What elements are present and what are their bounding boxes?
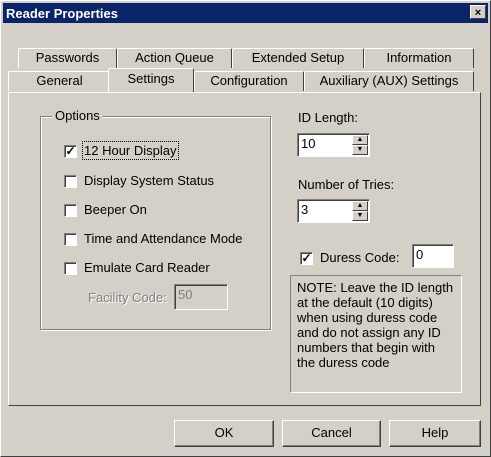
tab-passwords[interactable]: Passwords: [18, 48, 117, 68]
options-group-label: Options: [52, 108, 103, 123]
emulate-card-reader-checkbox[interactable]: [64, 262, 77, 275]
12-hour-display-label[interactable]: 12 Hour Display: [82, 141, 179, 160]
close-button[interactable]: ×: [470, 5, 486, 19]
time-attendance-mode-checkbox[interactable]: [64, 233, 77, 246]
beeper-on-label[interactable]: Beeper On: [84, 202, 147, 217]
ok-button[interactable]: OK: [174, 420, 274, 447]
display-system-status-label[interactable]: Display System Status: [84, 173, 214, 188]
spin-up-icon[interactable]: ▲: [352, 201, 368, 211]
tab-configuration[interactable]: Configuration: [194, 71, 304, 91]
duress-code-input[interactable]: 0: [412, 244, 454, 268]
time-attendance-mode-label[interactable]: Time and Attendance Mode: [84, 231, 243, 246]
duress-code-checkbox[interactable]: ✓: [300, 252, 313, 265]
facility-code-label: Facility Code:: [88, 290, 167, 305]
help-button[interactable]: Help: [389, 420, 481, 447]
duress-code-label[interactable]: Duress Code:: [320, 250, 399, 265]
window-title: Reader Properties: [6, 6, 118, 21]
display-system-status-checkbox[interactable]: [64, 175, 77, 188]
spin-up-icon[interactable]: ▲: [352, 135, 368, 145]
tab-action-queue[interactable]: Action Queue: [117, 48, 232, 68]
number-of-tries-spinner[interactable]: ▲ ▼: [352, 201, 368, 221]
title-bar[interactable]: Reader Properties ×: [3, 3, 488, 23]
spin-down-icon[interactable]: ▼: [352, 211, 368, 221]
12-hour-display-checkbox[interactable]: ✓: [64, 145, 77, 158]
beeper-on-checkbox[interactable]: [64, 204, 77, 217]
id-length-label: ID Length:: [298, 110, 358, 125]
tab-extended-setup[interactable]: Extended Setup: [232, 48, 364, 68]
tab-settings[interactable]: Settings: [108, 68, 194, 92]
tab-auxiliary-settings[interactable]: Auxiliary (AUX) Settings: [304, 71, 474, 91]
emulate-card-reader-label[interactable]: Emulate Card Reader: [84, 260, 210, 275]
id-length-spinner[interactable]: ▲ ▼: [352, 135, 368, 155]
duress-note-text: NOTE: Leave the ID length at the default…: [290, 275, 462, 393]
facility-code-input[interactable]: 50: [174, 284, 228, 310]
spin-down-icon[interactable]: ▼: [352, 145, 368, 155]
tab-information[interactable]: Information: [364, 48, 474, 68]
cancel-button[interactable]: Cancel: [282, 420, 381, 447]
number-of-tries-label: Number of Tries:: [298, 177, 395, 192]
tab-general[interactable]: General: [8, 71, 111, 91]
